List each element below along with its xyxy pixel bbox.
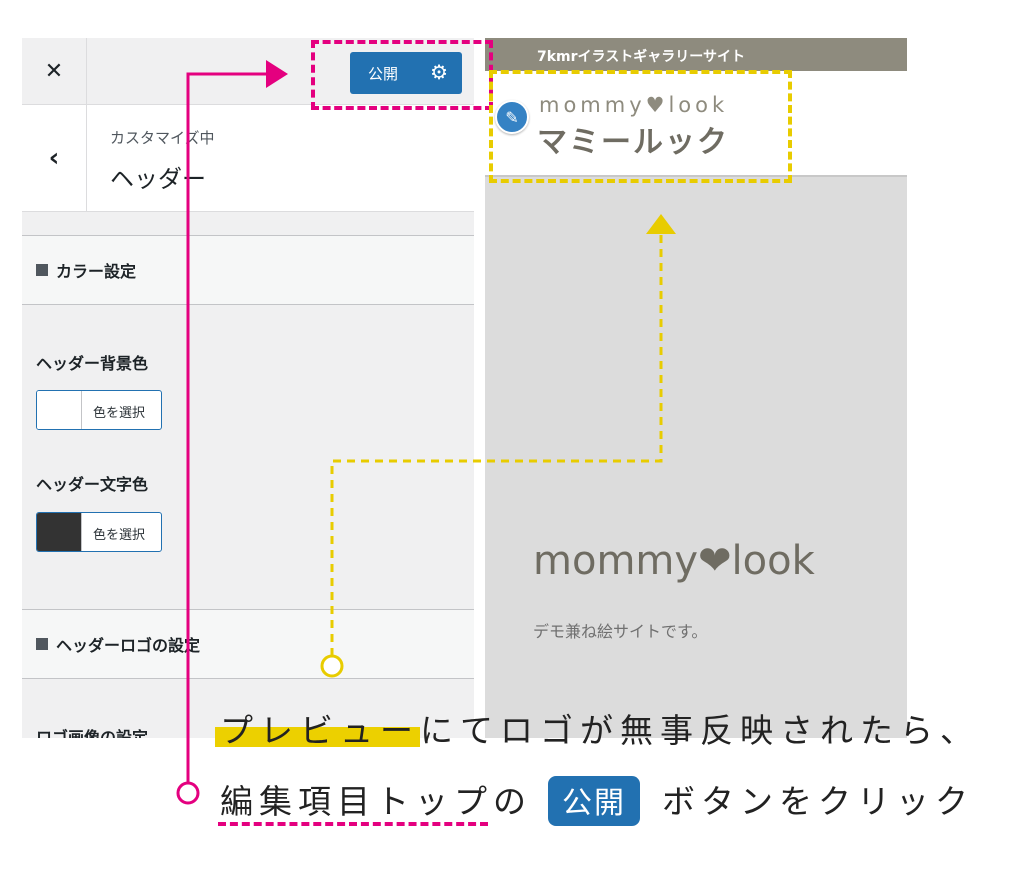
color-button-label: 色を選択 bbox=[93, 406, 146, 421]
page-title: ヘッダー bbox=[110, 165, 206, 193]
color-swatch bbox=[37, 391, 82, 429]
caption-line-2-end: ボタンをクリック bbox=[662, 782, 974, 821]
color-swatch bbox=[37, 513, 82, 551]
close-icon[interactable]: ✕ bbox=[22, 38, 87, 104]
hero-title: mommy❤look bbox=[533, 538, 815, 584]
caption-publish-badge: 公開 bbox=[548, 776, 640, 826]
section-color-settings: カラー設定 bbox=[22, 235, 474, 305]
pink-dashed-underline bbox=[218, 822, 488, 826]
caption-line-2-start: 編集項目トップの bbox=[220, 782, 532, 821]
header-text-color-button[interactable]: 色を選択 bbox=[36, 512, 162, 552]
hero-subtitle: デモ兼ね絵サイトです。 bbox=[533, 622, 708, 641]
site-topbar: 7kmrイラストギャラリーサイト bbox=[485, 38, 907, 71]
section-title: カラー設定 bbox=[56, 262, 137, 281]
logo-highlight-box bbox=[489, 70, 792, 183]
back-icon[interactable]: ‹ bbox=[22, 105, 87, 211]
color-button-label: 色を選択 bbox=[93, 528, 146, 543]
publish-highlight-box bbox=[311, 40, 493, 110]
pink-circle-marker bbox=[176, 781, 200, 805]
square-icon bbox=[36, 638, 48, 650]
caption-line-1: プレビューにてロゴが無事反映されたら、 bbox=[220, 711, 980, 750]
panel-heading: ‹ カスタマイズ中 ヘッダー bbox=[22, 105, 474, 212]
section-header-logo-settings: ヘッダーロゴの設定 bbox=[22, 609, 474, 679]
header-bg-color-button[interactable]: 色を選択 bbox=[36, 390, 162, 430]
heading-subtitle: カスタマイズ中 bbox=[110, 129, 215, 147]
square-icon bbox=[36, 264, 48, 276]
header-bg-color-label: ヘッダー背景色 bbox=[36, 354, 149, 373]
caption-line-2: 編集項目トップの 公開 ボタンをクリック bbox=[220, 775, 974, 826]
customizer-panel: ✕ 公開 ⚙ ‹ カスタマイズ中 ヘッダー カラー設定 ヘッダー背景色 色を選択… bbox=[22, 38, 474, 738]
section-title: ヘッダーロゴの設定 bbox=[56, 636, 201, 655]
header-text-color-label: ヘッダー文字色 bbox=[36, 475, 149, 494]
logo-image-label: ロゴ画像の設定 bbox=[36, 728, 149, 738]
